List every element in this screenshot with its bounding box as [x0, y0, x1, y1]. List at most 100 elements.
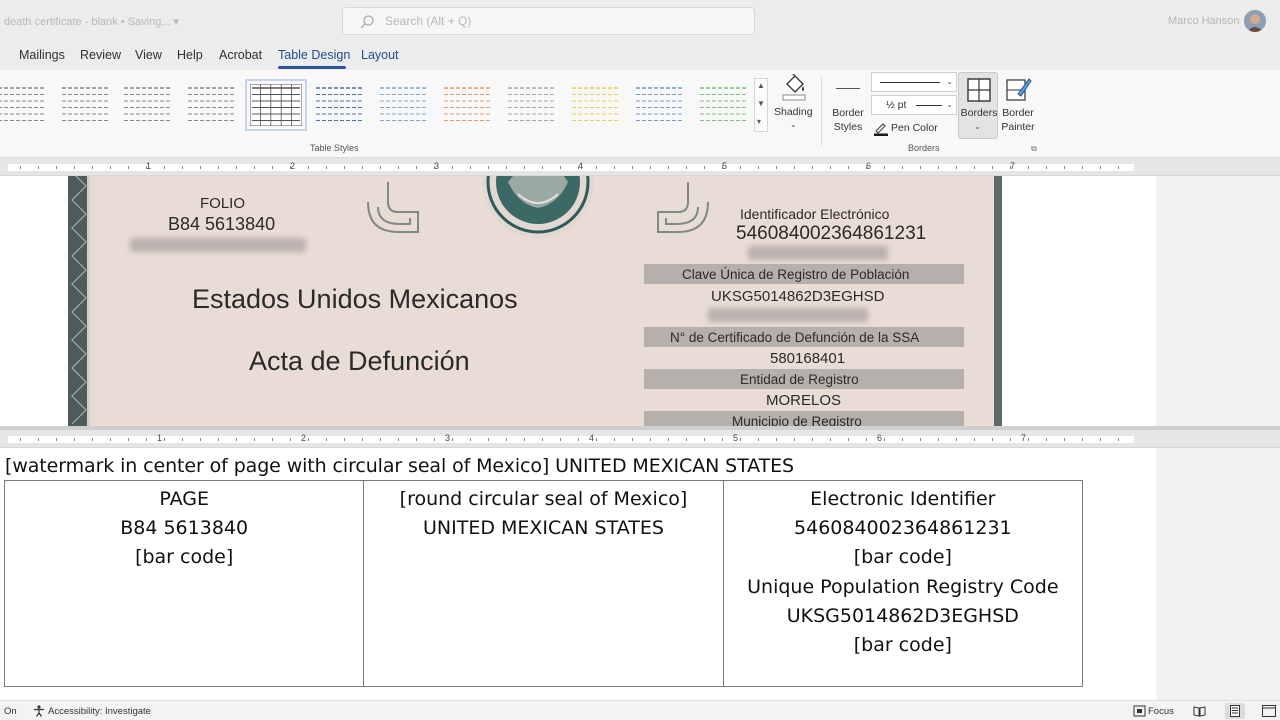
- focus-button[interactable]: Focus: [1148, 706, 1174, 717]
- gallery-up-icon[interactable]: ▲: [757, 81, 765, 90]
- ruler-tick: [92, 166, 93, 169]
- country-name: Estados Unidos Mexicanos: [192, 284, 518, 314]
- ruler-tick: [560, 438, 561, 441]
- ruler-tick: [1118, 166, 1119, 169]
- certificate-right-edge: [994, 176, 1002, 426]
- ruler-tick: [218, 438, 219, 441]
- table-cell-folio[interactable]: PAGE B84 5613840 [bar code]: [3, 480, 365, 687]
- table-style-thumbnail[interactable]: [570, 84, 622, 126]
- table-style-thumbnail[interactable]: [60, 84, 112, 126]
- document-page[interactable]: [watermark in center of page with circul…: [0, 448, 1156, 700]
- ruler-tick: [884, 166, 885, 169]
- status-left[interactable]: On: [4, 706, 17, 717]
- ruler-tick: [344, 438, 345, 441]
- document-pane-bottom[interactable]: [watermark in center of page with circul…: [0, 448, 1280, 700]
- table-style-thumbnail[interactable]: [186, 84, 238, 126]
- ruler-tick: [470, 438, 471, 441]
- ruler-tick: [20, 438, 21, 441]
- ribbon: ▲ ▼ ▾ Table Styles Shading ⌄ Border Styl…: [0, 70, 1280, 158]
- table-style-thumbnail[interactable]: [698, 84, 750, 126]
- border-styles-button[interactable]: Border Styles: [829, 106, 867, 134]
- ribbon-separator: [821, 76, 822, 146]
- line-weight-select[interactable]: ½ pt ⌄: [871, 95, 957, 115]
- ruler-number: 2: [301, 433, 307, 443]
- ruler-tick: [1010, 166, 1011, 169]
- user-name[interactable]: Marco Hanson: [1168, 15, 1240, 27]
- line-style-select[interactable]: ⌄: [871, 72, 957, 92]
- gallery-scroll[interactable]: ▲ ▼ ▾: [754, 78, 768, 132]
- ruler-tick: [668, 438, 669, 441]
- print-layout-button[interactable]: [1225, 703, 1245, 719]
- tab-mailings[interactable]: Mailings: [19, 48, 65, 62]
- tab-acrobat[interactable]: Acrobat: [219, 48, 262, 62]
- table-style-thumbnail[interactable]: [122, 84, 174, 126]
- tab-layout[interactable]: Layout: [361, 48, 399, 62]
- ruler-tick: [308, 166, 309, 169]
- electronic-id-value: 546084002364861231: [736, 223, 927, 244]
- user-avatar[interactable]: [1244, 10, 1266, 32]
- ruler-tick: [110, 438, 111, 441]
- ruler-tick: [776, 166, 777, 169]
- cell-line: UNITED MEXICAN STATES: [423, 517, 664, 540]
- web-layout-icon[interactable]: [1262, 705, 1276, 717]
- tab-review[interactable]: Review: [80, 48, 121, 62]
- ruler-tick: [74, 438, 75, 441]
- search-box[interactable]: Search (Alt + Q): [342, 7, 755, 35]
- shading-dropdown-icon[interactable]: ⌄: [790, 120, 797, 129]
- table-style-thumbnail[interactable]: [442, 84, 494, 126]
- table-style-thumbnail[interactable]: [245, 79, 307, 131]
- word-window: death certificate - blank • Saving... ▾ …: [0, 0, 1280, 720]
- ruler-tick: [290, 438, 291, 441]
- tab-view[interactable]: View: [135, 48, 162, 62]
- horizontal-ruler-lower[interactable]: 1 2 3 4 5 6 7: [0, 430, 1280, 448]
- title-bar: death certificate - blank • Saving... ▾ …: [0, 0, 1280, 42]
- table-style-thumbnail[interactable]: [634, 84, 686, 126]
- table-style-thumbnail[interactable]: [314, 84, 366, 126]
- ruler-tick: [1028, 438, 1029, 441]
- border-style-sample: [836, 88, 860, 89]
- document-title[interactable]: death certificate - blank • Saving... ▾: [4, 15, 179, 28]
- table-cell-seal[interactable]: [round circular seal of Mexico] UNITED M…: [363, 480, 724, 687]
- table-cell-identifiers[interactable]: Electronic Identifier 546084002364861231…: [722, 480, 1084, 687]
- ruler-tick: [344, 166, 345, 169]
- ruler-tick: [1100, 166, 1101, 169]
- ruler-tick: [164, 166, 165, 169]
- table-style-thumbnail[interactable]: [378, 84, 430, 126]
- ruler-tick: [434, 438, 435, 441]
- table-style-thumbnail[interactable]: [0, 84, 48, 126]
- pen-color-button[interactable]: Pen Color: [873, 120, 953, 136]
- certificate-image: FOLIO B84 5613840 Estados Unidos Mexican…: [68, 176, 1002, 426]
- borders-icon: [967, 78, 991, 102]
- translation-table[interactable]: PAGE B84 5613840 [bar code] [round circu…: [3, 480, 1084, 687]
- ruler-tick: [632, 438, 633, 441]
- borders-button[interactable]: Borders ⌄: [958, 72, 998, 139]
- mexico-seal-icon: [367, 176, 709, 238]
- ruler-tick: [1010, 438, 1011, 441]
- ruler-tick: [236, 438, 237, 441]
- ruler-tick: [452, 438, 453, 441]
- ruler-tick: [740, 166, 741, 169]
- ruler-tick: [812, 166, 813, 169]
- ruler-tick: [686, 438, 687, 441]
- ruler-tick: [542, 438, 543, 441]
- accessibility-icon: [34, 705, 44, 717]
- tab-help[interactable]: Help: [177, 48, 203, 62]
- gallery-down-icon[interactable]: ▼: [757, 99, 765, 108]
- ruler-tick: [830, 166, 831, 169]
- ruler-tick: [1118, 438, 1119, 441]
- table-style-thumbnail[interactable]: [506, 84, 558, 126]
- tab-table-design[interactable]: Table Design: [278, 48, 350, 62]
- table-styles-group-label: Table Styles: [310, 143, 359, 153]
- ruler-tick: [920, 438, 921, 441]
- ruler-tick: [1046, 166, 1047, 169]
- dialog-launcher-icon[interactable]: ⧉: [1031, 144, 1037, 154]
- ruler-tick: [758, 166, 759, 169]
- watermark-note[interactable]: [watermark in center of page with circul…: [5, 455, 794, 477]
- accessibility-status[interactable]: Accessibility: Investigate: [48, 706, 151, 717]
- gallery-more-icon[interactable]: ▾: [757, 117, 761, 126]
- read-mode-icon[interactable]: [1193, 705, 1206, 717]
- horizontal-ruler[interactable]: 1234567: [0, 158, 1280, 176]
- border-painter-button[interactable]: Border Painter: [998, 72, 1038, 139]
- ruler-tick: [704, 166, 705, 169]
- document-pane-top[interactable]: FOLIO B84 5613840 Estados Unidos Mexican…: [0, 176, 1280, 426]
